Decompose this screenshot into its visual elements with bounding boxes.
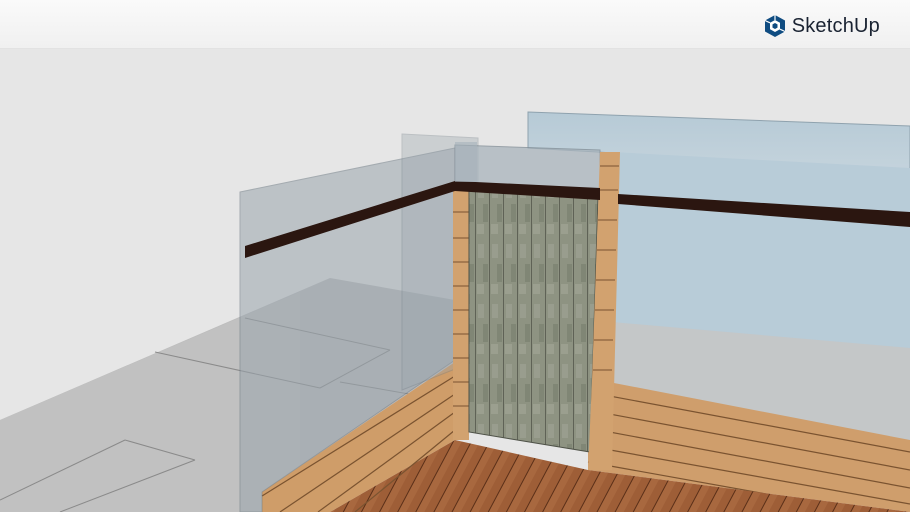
glass-post-cap: [455, 142, 477, 182]
top-bar: SketchUp: [0, 0, 910, 49]
brand-logo-link[interactable]: SketchUp: [764, 14, 880, 38]
3d-model-viewport[interactable]: [0, 48, 910, 512]
brand-name: SketchUp: [791, 15, 880, 37]
wood-post-left: [453, 186, 469, 440]
sketchup-logo-icon: [764, 15, 785, 37]
stone-wall-feature: [469, 190, 598, 452]
model-canvas[interactable]: [0, 48, 910, 512]
sketchup-viewer: SketchUp: [0, 0, 910, 512]
